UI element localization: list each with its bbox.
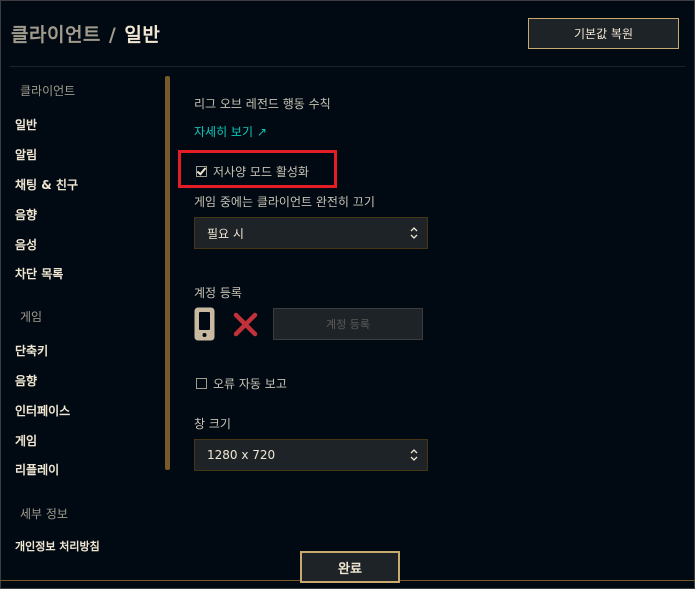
sidebar-section-game: 게임 [20, 310, 43, 324]
sidebar-item-notifications[interactable]: 알림 [15, 146, 37, 163]
close-client-label: 게임 중에는 클라이언트 완전히 끄기 [194, 195, 375, 209]
sidebar-section-client: 클라이언트 [20, 84, 76, 98]
window-frame [0, 0, 695, 589]
header-divider [10, 66, 685, 67]
window-size-dropdown[interactable]: 1280 x 720 [194, 439, 428, 471]
account-register-label: 계정 등록 [194, 286, 242, 300]
sidebar-section-details: 세부 정보 [20, 507, 68, 521]
breadcrumb-separator: / [108, 24, 117, 46]
error-report-label: 오류 자동 보고 [213, 377, 287, 391]
sidebar-item-game[interactable]: 게임 [15, 432, 37, 449]
sidebar-item-voice[interactable]: 음성 [15, 236, 37, 253]
highlight-annotation [178, 150, 337, 188]
sidebar-item-interface[interactable]: 인터페이스 [15, 402, 70, 419]
sidebar-item-chat-friends[interactable]: 채팅 & 친구 [15, 176, 78, 193]
select-arrows-icon [410, 227, 418, 239]
page-title: 클라이언트 / 일반 [11, 20, 160, 47]
error-report-row[interactable]: 오류 자동 보고 [196, 375, 287, 392]
sidebar-item-replay[interactable]: 리플레이 [15, 461, 59, 478]
code-of-conduct-label: 리그 오브 레전드 행동 수칙 [194, 97, 331, 111]
sidebar-item-privacy-policy[interactable]: 개인정보 처리방침 [15, 538, 100, 554]
window-size-label: 창 크기 [194, 417, 231, 431]
sidebar-scrollbar[interactable] [165, 76, 170, 470]
sidebar-item-block-list[interactable]: 차단 목록 [15, 265, 63, 282]
sidebar-item-game-sound[interactable]: 음향 [15, 372, 37, 389]
breadcrumb-parent: 클라이언트 [11, 24, 101, 46]
close-x-icon [233, 312, 258, 337]
error-report-checkbox[interactable] [196, 378, 207, 389]
sidebar-item-general[interactable]: 일반 [15, 116, 37, 133]
select-arrows-icon [410, 449, 418, 461]
learn-more-link[interactable]: 자세히 보기 ↗ [194, 123, 267, 140]
sidebar-item-hotkeys[interactable]: 단축키 [15, 342, 48, 359]
restore-defaults-button[interactable]: 기본값 복원 [528, 18, 679, 49]
done-button[interactable]: 완료 [300, 551, 400, 583]
phone-icon [194, 307, 215, 341]
window-size-value: 1280 x 720 [207, 448, 276, 462]
account-register-button[interactable]: 계정 등록 [273, 308, 423, 340]
close-client-value: 필요 시 [207, 226, 244, 241]
sidebar-item-sound[interactable]: 음향 [15, 206, 37, 223]
close-client-dropdown[interactable]: 필요 시 [194, 217, 428, 249]
header: 클라이언트 / 일반 기본값 복원 [0, 0, 695, 66]
breadcrumb-current: 일반 [124, 24, 161, 46]
